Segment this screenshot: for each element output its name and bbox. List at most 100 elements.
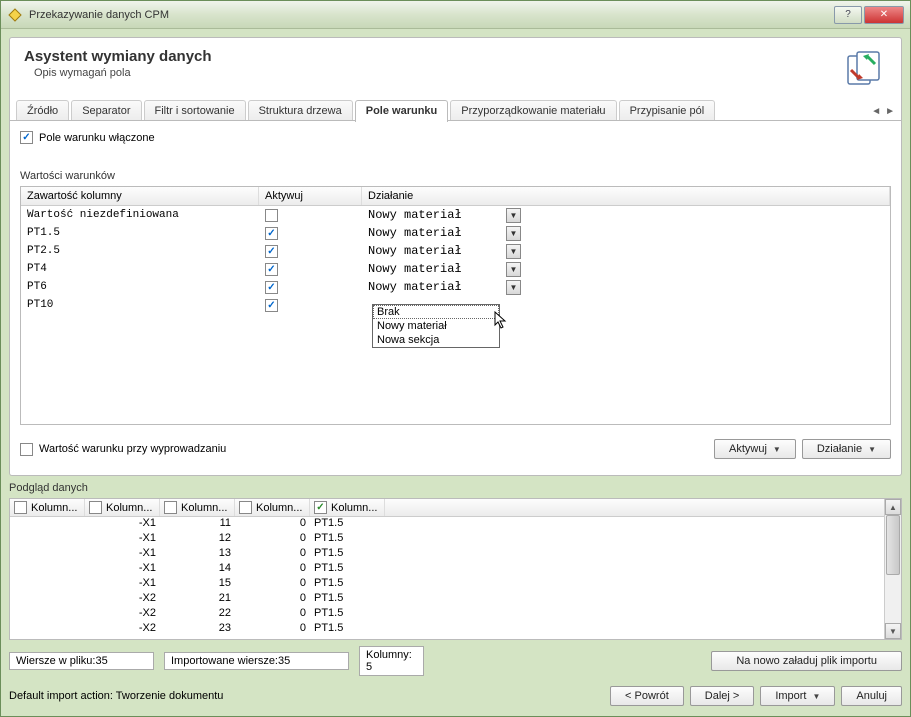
exchange-icon bbox=[845, 48, 887, 90]
grid-cell-activate[interactable] bbox=[265, 209, 278, 222]
back-button[interactable]: < Powrót bbox=[610, 686, 684, 706]
status-columns: Kolumny: 5 bbox=[359, 646, 424, 676]
tab-scroll-left[interactable]: ◄ bbox=[871, 106, 881, 117]
preview-cell: -X1 bbox=[85, 547, 160, 562]
preview-cell: 15 bbox=[160, 577, 235, 592]
tab-field-assignment[interactable]: Przypisanie pól bbox=[619, 100, 716, 121]
scroll-up-button[interactable]: ▲ bbox=[885, 499, 901, 515]
chevron-down-icon: ▼ bbox=[773, 445, 781, 454]
preview-row[interactable]: -X1120PT1.5 bbox=[10, 532, 884, 547]
preview-row[interactable]: -X1130PT1.5 bbox=[10, 547, 884, 562]
preview-col-header[interactable]: Kolumn... bbox=[160, 499, 235, 516]
condition-on-derive-checkbox[interactable] bbox=[20, 443, 33, 456]
preview-cell: PT1.5 bbox=[310, 622, 385, 637]
cancel-button[interactable]: Anuluj bbox=[841, 686, 902, 706]
preview-row[interactable]: -X1140PT1.5 bbox=[10, 562, 884, 577]
preview-row[interactable]: -X2220PT1.5 bbox=[10, 607, 884, 622]
condition-values-label: Wartości warunków bbox=[20, 170, 891, 182]
preview-col-header[interactable]: Kolumn... bbox=[10, 499, 85, 516]
condition-enabled-checkbox[interactable] bbox=[20, 131, 33, 144]
tab-filter-sort[interactable]: Filtr i sortowanie bbox=[144, 100, 246, 121]
preview-cell: 23 bbox=[160, 622, 235, 637]
col-check[interactable] bbox=[14, 501, 27, 514]
import-button[interactable]: Import▼ bbox=[760, 686, 835, 706]
preview-cell: 0 bbox=[235, 592, 310, 607]
grid-cell-content[interactable]: PT6 bbox=[21, 281, 259, 293]
action-dropdown-button[interactable]: ▼ bbox=[506, 280, 521, 295]
tab-separator[interactable]: Separator bbox=[71, 100, 141, 121]
window-title: Przekazywanie danych CPM bbox=[29, 9, 834, 21]
tab-source[interactable]: Źródło bbox=[16, 100, 69, 121]
dropdown-option[interactable]: Brak bbox=[373, 305, 499, 319]
reload-import-button[interactable]: Na nowo załaduj plik importu bbox=[711, 651, 902, 671]
action-dropdown-button[interactable]: ▼ bbox=[506, 244, 521, 259]
help-button[interactable]: ? bbox=[834, 6, 862, 24]
scroll-thumb[interactable] bbox=[886, 515, 900, 575]
action-button[interactable]: Działanie▼ bbox=[802, 439, 891, 459]
preview-cell bbox=[10, 547, 85, 562]
tab-material-assignment[interactable]: Przyporządkowanie materiału bbox=[450, 100, 616, 121]
col-header-action[interactable]: Działanie bbox=[362, 187, 890, 205]
condition-on-derive-label: Wartość warunku przy wyprowadzaniu bbox=[39, 443, 226, 455]
preview-col-header[interactable]: Kolumn... bbox=[310, 499, 385, 516]
grid-cell-content[interactable]: PT4 bbox=[21, 263, 259, 275]
preview-row[interactable]: -X1150PT1.5 bbox=[10, 577, 884, 592]
col-check[interactable] bbox=[239, 501, 252, 514]
col-check[interactable] bbox=[164, 501, 177, 514]
grid-cell-action[interactable]: Nowy materiał bbox=[368, 262, 462, 276]
preview-cell: 0 bbox=[235, 622, 310, 637]
preview-cell: PT1.5 bbox=[310, 592, 385, 607]
preview-cell: -X1 bbox=[85, 577, 160, 592]
grid-cell-content[interactable]: PT1.5 bbox=[21, 227, 259, 239]
grid-cell-action[interactable]: Nowy materiał bbox=[368, 208, 462, 222]
preview-col-header[interactable]: Kolumn... bbox=[235, 499, 310, 516]
close-button[interactable]: ✕ bbox=[864, 6, 904, 24]
grid-cell-activate[interactable] bbox=[265, 299, 278, 312]
action-dropdown-button[interactable]: ▼ bbox=[506, 262, 521, 277]
preview-cell: -X2 bbox=[85, 592, 160, 607]
preview-cell: 11 bbox=[160, 517, 235, 532]
preview-row[interactable]: -X2210PT1.5 bbox=[10, 592, 884, 607]
grid-cell-activate[interactable] bbox=[265, 281, 278, 294]
preview-cell: -X2 bbox=[85, 622, 160, 637]
grid-cell-activate[interactable] bbox=[265, 245, 278, 258]
tabstrip: Źródło Separator Filtr i sortowanie Stru… bbox=[9, 96, 902, 121]
col-check[interactable] bbox=[314, 501, 327, 514]
dropdown-option[interactable]: Nowy materiał bbox=[373, 319, 499, 333]
next-button[interactable]: Dalej > bbox=[690, 686, 755, 706]
assistant-subtitle: Opis wymagań pola bbox=[24, 67, 212, 79]
vertical-scrollbar[interactable]: ▲ ▼ bbox=[884, 499, 901, 639]
activate-button[interactable]: Aktywuj▼ bbox=[714, 439, 796, 459]
preview-row[interactable]: -X2230PT1.5 bbox=[10, 622, 884, 637]
col-check[interactable] bbox=[89, 501, 102, 514]
scroll-track[interactable] bbox=[885, 515, 901, 623]
dropdown-option[interactable]: Nowa sekcja bbox=[373, 333, 499, 347]
action-dropdown-button[interactable]: ▼ bbox=[506, 208, 521, 223]
grid-cell-action[interactable]: Nowy materiał bbox=[368, 226, 462, 240]
col-header-activate[interactable]: Aktywuj bbox=[259, 187, 362, 205]
tab-body: Pole warunku włączone Wartości warunków … bbox=[9, 121, 902, 476]
preview-cell: 14 bbox=[160, 562, 235, 577]
grid-cell-activate[interactable] bbox=[265, 263, 278, 276]
grid-cell-activate[interactable] bbox=[265, 227, 278, 240]
preview-cell: PT1.5 bbox=[310, 532, 385, 547]
preview-cell: PT1.5 bbox=[310, 547, 385, 562]
preview-row[interactable]: -X1110PT1.5 bbox=[10, 517, 884, 532]
preview-cell: -X1 bbox=[85, 562, 160, 577]
grid-cell-action[interactable]: Nowy materiał bbox=[368, 280, 462, 294]
col-header-content[interactable]: Zawartość kolumny bbox=[21, 187, 259, 205]
tab-scroll-right[interactable]: ► bbox=[885, 106, 895, 117]
grid-cell-content[interactable]: PT10 bbox=[21, 299, 259, 311]
tab-tree-structure[interactable]: Struktura drzewa bbox=[248, 100, 353, 121]
cursor-icon bbox=[494, 311, 508, 332]
tab-condition-field[interactable]: Pole warunku bbox=[355, 100, 449, 122]
grid-cell-action[interactable]: Nowy materiał bbox=[368, 244, 462, 258]
action-dropdown-button[interactable]: ▼ bbox=[506, 226, 521, 241]
grid-cell-content[interactable]: Wartość niezdefiniowana bbox=[21, 209, 259, 221]
default-action-label: Default import action: Tworzenie dokumen… bbox=[9, 690, 223, 702]
preview-col-header[interactable]: Kolumn... bbox=[85, 499, 160, 516]
preview-cell bbox=[10, 622, 85, 637]
scroll-down-button[interactable]: ▼ bbox=[885, 623, 901, 639]
grid-cell-content[interactable]: PT2.5 bbox=[21, 245, 259, 257]
action-dropdown-popup: Brak Nowy materiał Nowa sekcja bbox=[372, 304, 500, 348]
